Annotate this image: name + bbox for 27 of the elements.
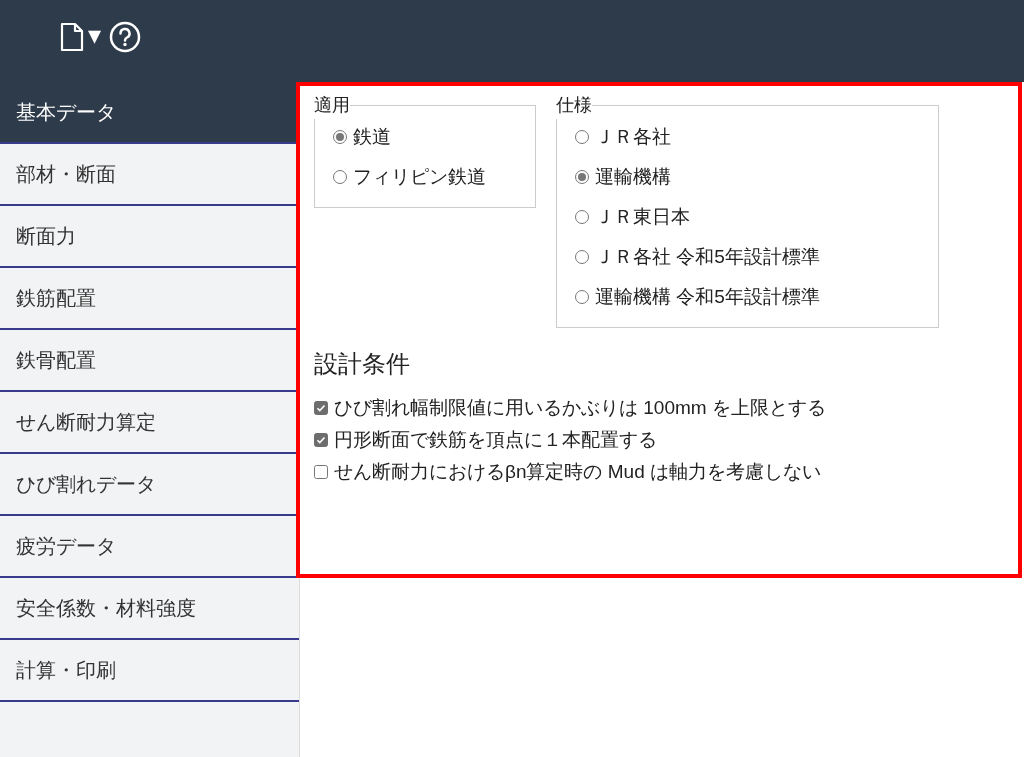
help-icon[interactable] xyxy=(109,21,141,53)
radio-label: 運輸機構 xyxy=(595,164,671,189)
group-legend: 仕様 xyxy=(556,92,592,119)
file-icon[interactable] xyxy=(60,22,84,52)
checkbox[interactable] xyxy=(314,433,328,447)
checkbox-label: ひび割れ幅制限値に用いるかぶりは 100mm を上限とする xyxy=(334,395,826,420)
radio-button[interactable] xyxy=(575,290,589,304)
radio-button[interactable] xyxy=(575,170,589,184)
radio-label: ＪＲ各社 令和5年設計標準 xyxy=(595,244,820,269)
radio-button[interactable] xyxy=(575,130,589,144)
radio-label: フィリピン鉄道 xyxy=(353,164,486,189)
checkbox-label: せん断耐力におけるβn算定時の Mud は軸力を考慮しない xyxy=(334,459,821,484)
dropdown-caret[interactable]: ▾ xyxy=(88,22,101,48)
radio-label: ＪＲ各社 xyxy=(595,124,671,149)
radio-label: 運輸機構 令和5年設計標準 xyxy=(595,284,820,309)
section-title: 設計条件 xyxy=(314,349,411,379)
radio-button[interactable] xyxy=(333,130,347,144)
checkbox[interactable] xyxy=(314,401,328,415)
radio-button[interactable] xyxy=(575,210,589,224)
radio-button[interactable] xyxy=(333,170,347,184)
group-legend: 適用 xyxy=(314,92,350,119)
radio-label: ＪＲ東日本 xyxy=(595,204,690,229)
checkbox-label: 円形断面で鉄筋を頂点に１本配置する xyxy=(334,427,657,452)
radio-label: 鉄道 xyxy=(353,124,391,149)
sidebar-item[interactable]: 基本データ xyxy=(0,82,299,144)
radio-button[interactable] xyxy=(575,250,589,264)
checkbox[interactable] xyxy=(314,465,328,479)
